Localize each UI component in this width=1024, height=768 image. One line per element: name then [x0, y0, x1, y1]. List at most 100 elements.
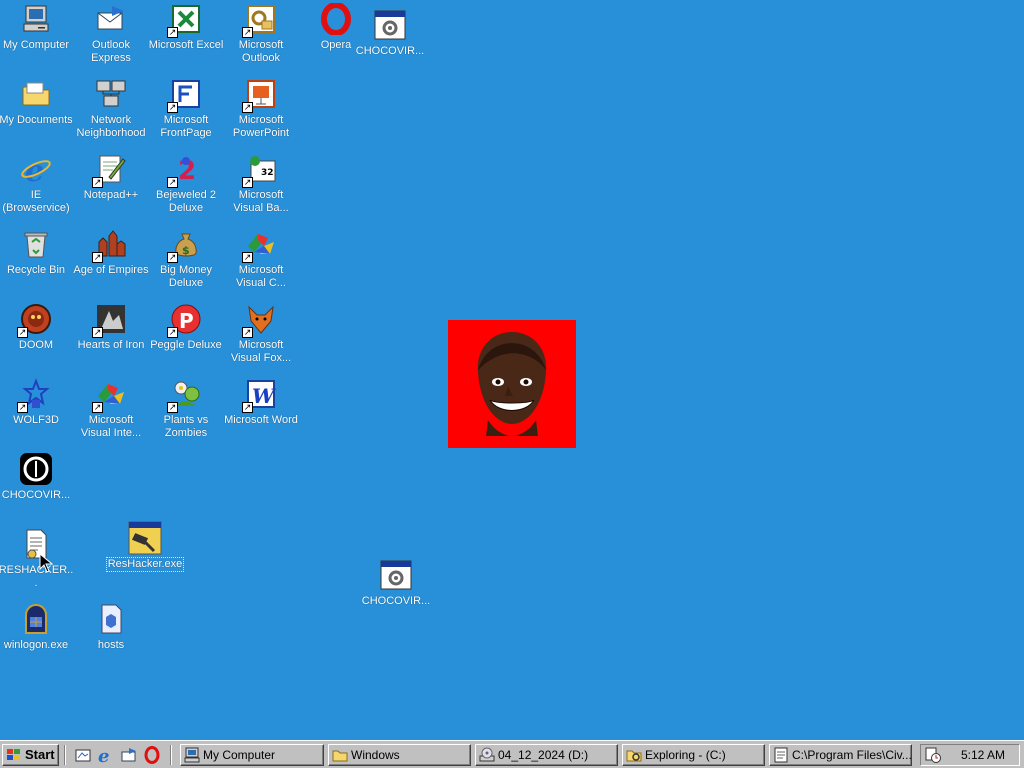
- icon-label: My Documents: [0, 114, 73, 126]
- mouse-cursor-icon: [39, 553, 53, 573]
- shortcut-arrow-icon: ↗: [92, 177, 103, 188]
- icon-label: Microsoft Excel: [148, 39, 224, 51]
- task-scheduler-icon[interactable]: [925, 747, 941, 763]
- icon-label: IE (Browservice): [2, 189, 70, 214]
- desktop-icon-age-of-empires[interactable]: ↗ Age of Empires: [73, 227, 149, 299]
- desktop-icon-peggle[interactable]: P ↗ Peggle Deluxe: [148, 302, 224, 374]
- icon-label: Big Money Deluxe: [160, 264, 212, 289]
- start-button[interactable]: Start: [2, 744, 59, 766]
- shortcut-arrow-icon: ↗: [92, 402, 103, 413]
- shortcut-arrow-icon: ↗: [242, 327, 253, 338]
- desktop-icon-my-computer[interactable]: My Computer: [0, 2, 74, 74]
- icon-label: winlogon.exe: [3, 639, 69, 651]
- icon-label: Microsoft PowerPoint: [232, 114, 290, 139]
- desktop-icon-ie[interactable]: e IE (Browservice): [0, 152, 74, 224]
- icon-label: WOLF3D: [13, 414, 59, 426]
- show-desktop-icon[interactable]: [74, 746, 92, 764]
- plants-vs-zombies-icon: ↗: [167, 377, 203, 413]
- desktop-icon-visual-basic[interactable]: 32 ↗ Microsoft Visual Ba...: [223, 152, 299, 224]
- shortcut-arrow-icon: ↗: [167, 402, 178, 413]
- icon-label: Microsoft Outlook: [238, 39, 284, 64]
- opera-quicklaunch-icon[interactable]: [143, 746, 161, 764]
- desktop-icon-chocovir-1[interactable]: CHOCOVIR...: [352, 8, 428, 80]
- taskbar-button-exploring[interactable]: Exploring - (C:): [622, 744, 765, 766]
- desktop-icon-winlogon[interactable]: winlogon.exe: [0, 602, 74, 674]
- shortcut-arrow-icon: ↗: [242, 402, 253, 413]
- desktop-icon-chocovir-3[interactable]: CHOCOVIR...: [358, 558, 434, 630]
- desktop-icon-pvz[interactable]: ↗ Plants vs Zombies: [148, 377, 224, 449]
- desktop-icon-notepadpp[interactable]: ↗ Notepad++: [73, 152, 149, 224]
- icon-label: Notepad++: [83, 189, 139, 201]
- taskbar-button-program-files[interactable]: C:\Program Files\Civ...: [769, 744, 912, 766]
- internet-explorer-quicklaunch-icon[interactable]: e: [97, 746, 115, 764]
- outlook-express-quicklaunch-icon[interactable]: [120, 746, 138, 764]
- reshacker-icon: [128, 521, 162, 555]
- application-window-icon: [379, 558, 413, 592]
- icon-label: DOOM: [18, 339, 54, 351]
- taskbar-button-label: 04_12_2024 (D:): [498, 748, 589, 762]
- icon-label: Microsoft Visual C...: [236, 264, 286, 289]
- desktop-icon-network-neighborhood[interactable]: Network Neighborhood: [73, 77, 149, 149]
- desktop-icon-frontpage[interactable]: ↗ Microsoft FrontPage: [148, 77, 224, 149]
- icon-label: Microsoft Word: [224, 414, 298, 426]
- desktop-icon-wolf3d[interactable]: ↗ WOLF3D: [0, 377, 74, 449]
- outlook-icon: ↗: [242, 2, 278, 38]
- desktop-icon-visual-c[interactable]: ↗ Microsoft Visual C...: [223, 227, 299, 299]
- shortcut-arrow-icon: ↗: [17, 402, 28, 413]
- frontpage-icon: ↗: [167, 77, 203, 113]
- desktop-icon-visual-fox[interactable]: ↗ Microsoft Visual Fox...: [223, 302, 299, 374]
- desktop-icon-reshacker-exe[interactable]: ResHacker.exe: [106, 521, 184, 593]
- icon-label: Microsoft Visual Fox...: [230, 339, 292, 364]
- taskbar-button-label: C:\Program Files\Civ...: [792, 748, 912, 762]
- desktop-icon-my-documents[interactable]: My Documents: [0, 77, 74, 149]
- taskbar-button-my-computer[interactable]: My Computer: [180, 744, 324, 766]
- notepadpp-icon: ↗: [92, 152, 128, 188]
- cd-drive-icon: [479, 747, 495, 762]
- taskbar-button-label: Windows: [351, 748, 400, 762]
- computer-icon: [19, 2, 53, 36]
- document-icon: [19, 527, 53, 573]
- desktop-icon-reshacker-file[interactable]: RESHACKER...: [0, 527, 74, 599]
- visual-c-icon: ↗: [242, 227, 278, 263]
- shortcut-arrow-icon: ↗: [242, 252, 253, 263]
- powerpoint-icon: ↗: [242, 77, 278, 113]
- shortcut-arrow-icon: ↗: [167, 27, 178, 38]
- svg-text:W: W: [252, 384, 277, 408]
- desktop-icon-excel[interactable]: ↗ Microsoft Excel: [148, 2, 224, 74]
- taskbar-button-drive-d[interactable]: 04_12_2024 (D:): [475, 744, 618, 766]
- clock[interactable]: 5:12 AM: [961, 745, 1005, 765]
- shortcut-arrow-icon: ↗: [17, 327, 28, 338]
- desktop-icon-hosts[interactable]: hosts: [73, 602, 149, 674]
- svg-text:32: 32: [261, 168, 274, 178]
- icon-label: RESHACKER...: [0, 564, 74, 589]
- desktop-icon-chocovir-2[interactable]: CHOCOVIR...: [0, 452, 74, 524]
- desktop-icon-big-money[interactable]: $ ↗ Big Money Deluxe: [148, 227, 224, 299]
- desktop-icon-doom[interactable]: ↗ DOOM: [0, 302, 74, 374]
- icon-label: CHOCOVIR...: [361, 595, 431, 607]
- desktop-icon-recycle-bin[interactable]: Recycle Bin: [0, 227, 74, 299]
- shortcut-arrow-icon: ↗: [92, 327, 103, 338]
- shortcut-arrow-icon: ↗: [242, 177, 253, 188]
- hearts-of-iron-icon: ↗: [92, 302, 128, 338]
- desktop-icon-hearts-of-iron[interactable]: ↗ Hearts of Iron: [73, 302, 149, 374]
- icon-label: Bejeweled 2 Deluxe: [156, 189, 216, 214]
- desktop-icon-powerpoint[interactable]: ↗ Microsoft PowerPoint: [223, 77, 299, 149]
- desktop-icon-bejeweled[interactable]: 2 ↗ Bejeweled 2 Deluxe: [148, 152, 224, 224]
- desktop-icon-outlook[interactable]: ↗ Microsoft Outlook: [223, 2, 299, 74]
- desktop-icon-word[interactable]: W ↗ Microsoft Word: [223, 377, 299, 449]
- desktop-icon-visual-inter[interactable]: ↗ Microsoft Visual Inte...: [73, 377, 149, 449]
- shortcut-arrow-icon: ↗: [92, 252, 103, 263]
- icon-label: Microsoft Visual Ba...: [233, 189, 289, 214]
- taskbar-button-label: My Computer: [203, 748, 276, 762]
- icon-label: Age of Empires: [73, 264, 149, 276]
- shortcut-arrow-icon: ↗: [167, 252, 178, 263]
- network-icon: [94, 77, 128, 111]
- explorer-icon: [626, 750, 642, 762]
- notepad-icon: [774, 747, 788, 763]
- icon-label: Microsoft FrontPage: [160, 114, 212, 139]
- shortcut-arrow-icon: ↗: [167, 102, 178, 113]
- desktop-icon-outlook-express[interactable]: Outlook Express: [73, 2, 149, 74]
- icon-label: Plants vs Zombies: [163, 414, 209, 439]
- shortcut-arrow-icon: ↗: [167, 327, 178, 338]
- taskbar-button-windows[interactable]: Windows: [328, 744, 471, 766]
